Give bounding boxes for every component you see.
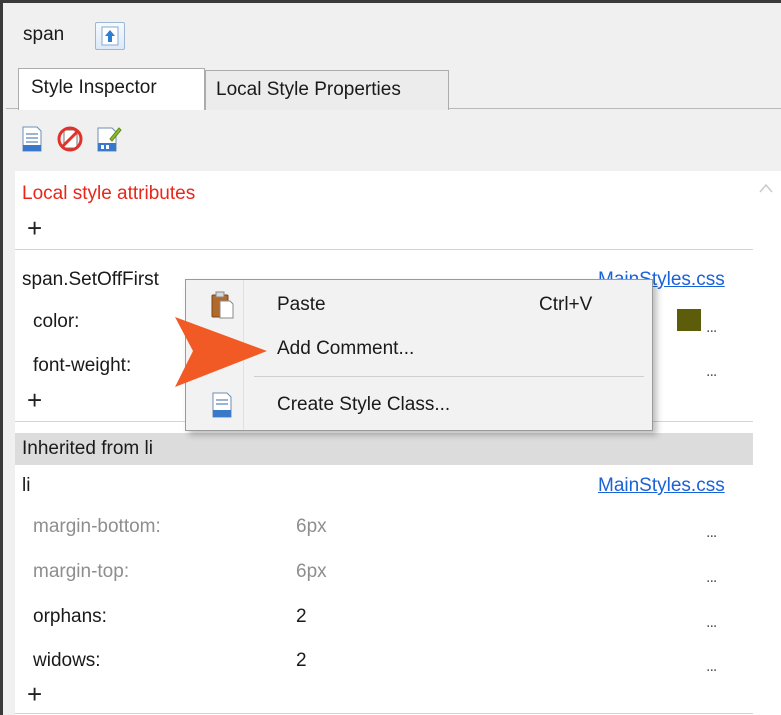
property-value: 6px [296, 516, 327, 537]
add-property-button[interactable]: + [27, 387, 42, 413]
scroll-up-icon[interactable] [759, 183, 773, 193]
add-local-attribute-button[interactable]: + [27, 215, 42, 241]
rule-selector: span.SetOffFirst [22, 269, 159, 290]
menu-separator [254, 376, 644, 377]
no-style-icon[interactable] [56, 125, 84, 153]
new-stylesheet-icon[interactable] [18, 125, 46, 153]
style-pane: Local style attributes + span.SetOffFirs… [15, 171, 781, 715]
toolbar [6, 110, 781, 170]
add-property-button[interactable]: + [27, 681, 42, 707]
menu-item-label: Paste [277, 294, 326, 315]
property-name: margin-bottom: [33, 516, 161, 537]
property-name: orphans: [33, 606, 107, 627]
tab-strip: Style Inspector Local Style Properties [6, 65, 781, 110]
property-menu-button[interactable]: ... [706, 319, 717, 337]
property-name: margin-top: [33, 561, 130, 582]
color-swatch[interactable] [677, 309, 701, 331]
title-bar: span [6, 6, 781, 64]
property-name: color: [33, 311, 80, 332]
inherited-heading: Inherited from li [22, 438, 153, 459]
create-class-icon [212, 392, 232, 418]
property-menu-button[interactable]: ... [706, 658, 717, 676]
property-menu-button[interactable]: ... [706, 614, 717, 632]
property-name: widows: [33, 650, 101, 671]
tab-style-inspector[interactable]: Style Inspector [18, 68, 205, 110]
property-menu-button[interactable]: ... [706, 569, 717, 587]
callout-arrow-icon [175, 317, 267, 387]
local-attributes-heading: Local style attributes [22, 183, 196, 204]
property-value: 2 [296, 650, 307, 671]
property-value: 2 [296, 606, 307, 627]
rule-source-link[interactable]: MainStyles.css [598, 475, 725, 497]
style-inspector-window: span Style Inspector Local Style Propert… [0, 0, 781, 715]
property-value: 6px [296, 561, 327, 582]
menu-item-label: Create Style Class... [277, 394, 451, 415]
property-menu-button[interactable]: ... [706, 524, 717, 542]
property-name: font-weight: [33, 355, 132, 376]
property-menu-button[interactable]: ... [706, 363, 717, 381]
rule-selector: li [22, 475, 31, 496]
tab-local-style-properties[interactable]: Local Style Properties [205, 70, 449, 110]
edit-stylesheet-icon[interactable] [94, 125, 122, 153]
menu-item-label: Add Comment... [277, 338, 415, 359]
divider [15, 249, 753, 250]
menu-item-shortcut: Ctrl+V [539, 294, 593, 315]
element-name: span [23, 24, 65, 45]
divider [15, 713, 753, 714]
parent-element-button[interactable] [95, 22, 125, 50]
up-arrow-icon [101, 26, 119, 46]
